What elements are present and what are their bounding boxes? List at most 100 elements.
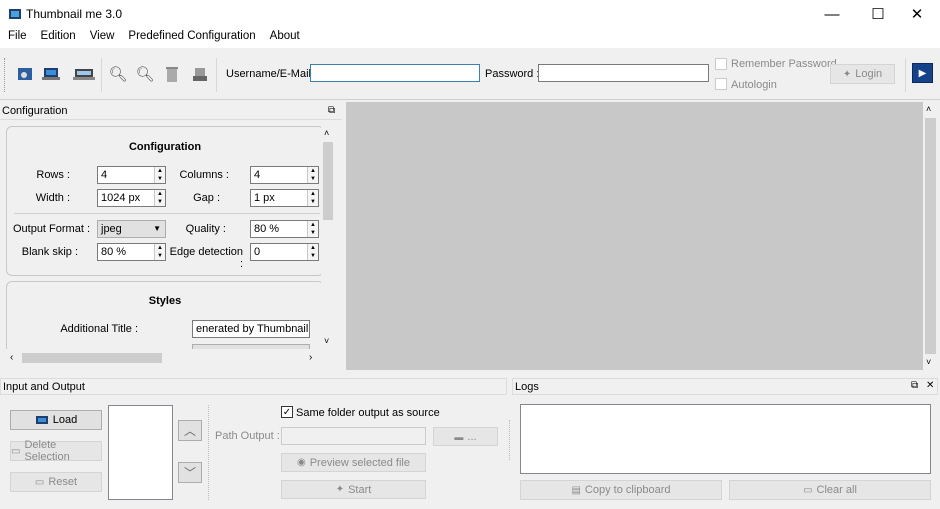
dock-splitter[interactable]: [509, 420, 510, 460]
toolbar-separator: [905, 58, 906, 92]
menu-predefined-configuration[interactable]: Predefined Configuration: [122, 28, 261, 48]
spin-arrows-icon[interactable]: ▲ ▼: [307, 244, 318, 260]
title-bar: Thumbnail me 3.0 — ☐ ✕: [0, 0, 940, 28]
sparkle-icon: ✦: [335, 484, 345, 495]
config-vscroll-thumb[interactable]: [323, 142, 333, 220]
login-button[interactable]: ✦ Login: [830, 64, 895, 84]
password-label: Password :: [485, 68, 540, 80]
clipboard-icon: ▤: [571, 484, 581, 496]
checkmark-icon: ✓: [282, 406, 292, 418]
delete-icon[interactable]: [161, 63, 183, 85]
key-icon: ✦: [842, 68, 852, 80]
menu-file[interactable]: File: [2, 28, 33, 48]
move-down-button[interactable]: ﹀: [178, 462, 202, 483]
output-format-select[interactable]: jpeg ▼: [97, 220, 166, 238]
toolbar-separator: [216, 58, 217, 92]
float-dock-icon[interactable]: ⧉: [911, 380, 918, 391]
forward-arrow-icon[interactable]: ▶: [912, 63, 933, 83]
scanner-icon[interactable]: [73, 63, 95, 85]
trash-icon: ▭: [803, 484, 813, 496]
toolbar-grip: [4, 58, 7, 92]
additional-title-input[interactable]: enerated by Thumbnail me: [192, 320, 310, 338]
start-button[interactable]: ✦ Start: [281, 480, 426, 499]
zoom-in-icon[interactable]: 🔍︎: [107, 63, 129, 85]
open-file-icon[interactable]: [40, 63, 62, 85]
copy-to-clipboard-button[interactable]: ▤ Copy to clipboard: [520, 480, 722, 500]
same-folder-checkbox[interactable]: ✓: [281, 406, 293, 418]
menu-view[interactable]: View: [84, 28, 121, 48]
spin-arrows-icon[interactable]: ▲ ▼: [154, 167, 165, 183]
delete-selection-button[interactable]: ▭ Delete Selection: [10, 439, 102, 463]
configuration-dock-title: Configuration: [2, 105, 68, 117]
path-output-input[interactable]: [281, 427, 426, 445]
autologin-checkbox[interactable]: [715, 78, 727, 90]
configuration-group-title: Configuration: [128, 141, 202, 153]
quality-spinbox[interactable]: 80 % ▲ ▼: [250, 220, 319, 238]
edge-detection-spinbox[interactable]: 0 ▲ ▼: [250, 243, 319, 261]
gap-spinbox[interactable]: 1 px ▲ ▼: [250, 189, 319, 207]
browse-button[interactable]: ▬ ...: [433, 427, 498, 446]
input-output-dock-header: Input and Output: [0, 378, 507, 395]
close-button[interactable]: ✕: [894, 0, 940, 28]
edge-detection-label: Edge detection :: [169, 246, 243, 270]
chevron-down-icon: ﹀: [183, 466, 196, 480]
blank-skip-spinbox[interactable]: 80 % ▲ ▼: [97, 243, 166, 261]
clear-all-button[interactable]: ▭ Clear all: [729, 480, 931, 500]
scroll-up-icon[interactable]: ˄: [926, 104, 931, 114]
scroll-down-icon[interactable]: ˅: [324, 336, 329, 346]
color-button[interactable]: [192, 344, 310, 349]
close-dock-icon[interactable]: ✕: [926, 380, 934, 391]
spin-arrows-icon[interactable]: ▲ ▼: [154, 244, 165, 260]
config-hscroll-thumb[interactable]: [22, 353, 162, 363]
menu-edition[interactable]: Edition: [35, 28, 82, 48]
dropdown-arrow-icon: ▼: [153, 224, 161, 233]
load-label: Load: [52, 414, 78, 426]
spin-arrows-icon[interactable]: ▲ ▼: [307, 190, 318, 206]
reset-label: Reset: [48, 476, 78, 488]
spin-arrows-icon[interactable]: ▲ ▼: [307, 167, 318, 183]
menu-about[interactable]: About: [264, 28, 306, 48]
styles-group-title: Styles: [148, 295, 182, 307]
blank-skip-label: Blank skip :: [21, 246, 78, 258]
configuration-dock-header: Configuration: [0, 103, 342, 120]
reset-icon: ▭: [34, 476, 45, 488]
load-button[interactable]: Load: [10, 410, 102, 430]
remember-password-checkbox[interactable]: [715, 58, 727, 70]
folder-icon: ▬: [454, 431, 464, 442]
browse-label: ...: [467, 430, 477, 443]
spin-arrows-icon[interactable]: ▲ ▼: [154, 190, 165, 206]
move-up-button[interactable]: ︿: [178, 420, 202, 441]
minimize-button[interactable]: —: [809, 0, 855, 28]
stamp-icon[interactable]: [189, 63, 211, 85]
username-label: Username/E-Mail :: [226, 68, 318, 80]
app-logo-icon: [9, 9, 21, 19]
preview-selected-file-button[interactable]: ◉ Preview selected file: [281, 453, 426, 472]
load-icon: [35, 416, 48, 424]
remember-password-label: Remember Password: [731, 58, 837, 70]
delete-selection-label: Delete Selection: [24, 439, 70, 463]
eye-icon: ◉: [296, 457, 306, 468]
preview-selected-file-label: Preview selected file: [309, 456, 410, 469]
username-input[interactable]: [310, 64, 480, 82]
columns-spinbox[interactable]: 4 ▲ ▼: [250, 166, 319, 184]
scroll-right-icon[interactable]: ›: [309, 352, 312, 363]
zoom-out-icon[interactable]: 🔍︎: [134, 63, 156, 85]
reset-button[interactable]: ▭ Reset: [10, 472, 102, 492]
width-spinbox[interactable]: 1024 px ▲ ▼: [97, 189, 166, 207]
thumbnail-preview-area: [346, 102, 923, 370]
scroll-up-icon[interactable]: ˄: [324, 128, 329, 138]
settings-icon[interactable]: [14, 63, 36, 85]
logs-text-area[interactable]: [520, 404, 931, 474]
scroll-down-icon[interactable]: ˅: [926, 357, 931, 367]
preview-vscroll-thumb[interactable]: [925, 118, 936, 354]
group-divider: [14, 213, 320, 214]
spin-arrows-icon[interactable]: ▲ ▼: [307, 221, 318, 237]
toolbar-separator: [101, 58, 102, 92]
float-dock-icon[interactable]: ⧉: [328, 105, 335, 116]
rows-spinbox[interactable]: 4 ▲ ▼: [97, 166, 166, 184]
scroll-left-icon[interactable]: ‹: [10, 352, 13, 363]
password-input[interactable]: [538, 64, 709, 82]
window-title: Thumbnail me 3.0: [26, 7, 123, 21]
input-file-list[interactable]: [108, 405, 173, 500]
input-output-dock-title: Input and Output: [3, 381, 85, 393]
